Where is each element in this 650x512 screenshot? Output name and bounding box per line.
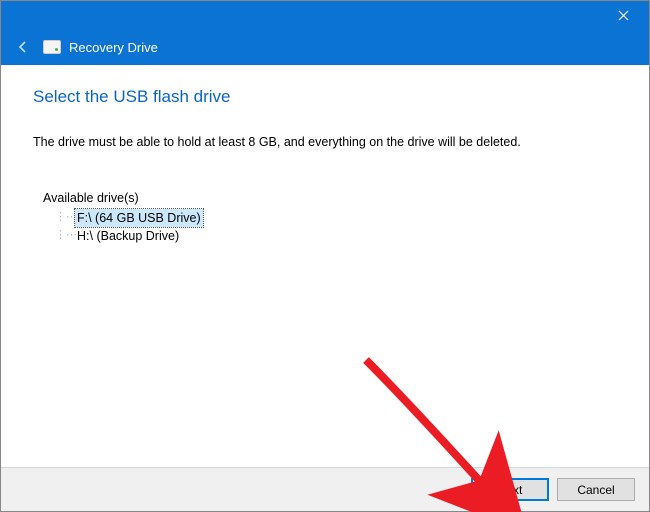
back-button[interactable] xyxy=(13,37,33,57)
back-arrow-icon xyxy=(15,39,31,55)
page-description: The drive must be able to hold at least … xyxy=(33,135,617,149)
drive-item-label: H:\ (Backup Drive) xyxy=(75,227,181,245)
cancel-button-label: Cancel xyxy=(577,483,614,497)
drive-list: ⋮⋯ F:\ (64 GB USB Drive) ⋮⋯ H:\ (Backup … xyxy=(55,209,617,245)
titlebar xyxy=(1,1,649,29)
cancel-button[interactable]: Cancel xyxy=(557,478,635,501)
drive-item-h[interactable]: ⋮⋯ H:\ (Backup Drive) xyxy=(55,227,617,245)
close-icon xyxy=(618,10,629,21)
drive-item-label: F:\ (64 GB USB Drive) xyxy=(75,209,203,227)
tree-connector-icon: ⋮⋯ xyxy=(55,227,75,245)
page-heading: Select the USB flash drive xyxy=(33,87,617,107)
recovery-drive-window: Recovery Drive Select the USB flash driv… xyxy=(0,0,650,512)
content-area: Select the USB flash drive The drive mus… xyxy=(1,65,649,467)
next-button-label: Next xyxy=(498,483,523,497)
button-bar: Next Cancel xyxy=(1,467,649,511)
drive-icon xyxy=(43,40,61,54)
close-button[interactable] xyxy=(603,3,643,27)
header-bar: Recovery Drive xyxy=(1,29,649,65)
next-button[interactable]: Next xyxy=(471,478,549,501)
available-drives-label: Available drive(s) xyxy=(43,191,617,205)
tree-connector-icon: ⋮⋯ xyxy=(55,209,75,227)
drive-item-f[interactable]: ⋮⋯ F:\ (64 GB USB Drive) xyxy=(55,209,617,227)
app-title: Recovery Drive xyxy=(69,40,158,55)
